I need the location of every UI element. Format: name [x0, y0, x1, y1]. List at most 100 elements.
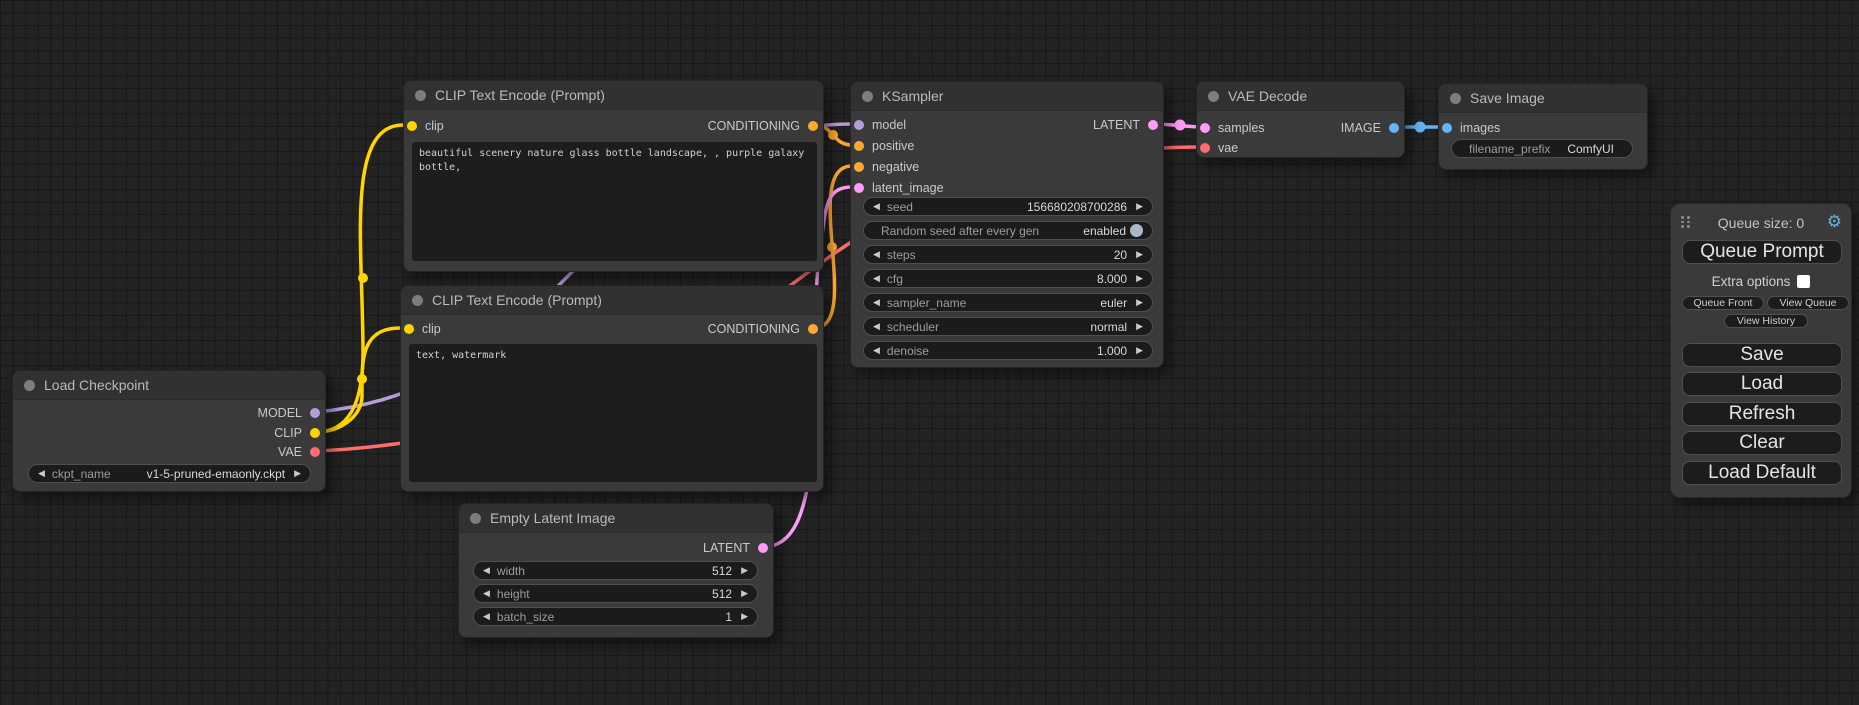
node-titlebar[interactable]: KSampler — [851, 82, 1163, 111]
node-ksampler[interactable]: KSampler model positive negative latent_… — [850, 81, 1164, 368]
node-vae-decode[interactable]: VAE Decode samples vae IMAGE — [1196, 81, 1405, 158]
increment-arrow-icon[interactable]: ▶ — [741, 612, 748, 621]
increment-arrow-icon[interactable]: ▶ — [294, 469, 301, 478]
conditioning-port-icon[interactable] — [808, 324, 818, 334]
vae-port-icon[interactable] — [310, 447, 320, 457]
view-queue-button[interactable]: View Queue — [1767, 296, 1849, 310]
width-widget[interactable]: ◀ width 512 ▶ — [473, 561, 758, 580]
increment-arrow-icon[interactable]: ▶ — [741, 566, 748, 575]
steps-widget[interactable]: ◀ steps 20 ▶ — [863, 245, 1153, 264]
input-slot-latent-image[interactable]: latent_image — [854, 180, 944, 196]
output-slot-vae[interactable]: VAE — [278, 444, 320, 460]
node-clip-text-encode-negative[interactable]: CLIP Text Encode (Prompt) clip CONDITION… — [400, 285, 824, 492]
node-titlebar[interactable]: VAE Decode — [1197, 82, 1404, 111]
node-save-image[interactable]: Save Image images filename_prefix ComfyU… — [1438, 83, 1648, 170]
toggle-on-icon[interactable] — [1130, 224, 1143, 237]
decrement-arrow-icon[interactable]: ◀ — [483, 612, 490, 621]
decrement-arrow-icon[interactable]: ◀ — [873, 250, 880, 259]
random-seed-toggle-widget[interactable]: Random seed after every gen enabled — [863, 221, 1153, 240]
extra-options-checkbox[interactable] — [1797, 275, 1810, 288]
decrement-arrow-icon[interactable]: ◀ — [873, 274, 880, 283]
output-slot-latent[interactable]: LATENT — [1093, 117, 1158, 133]
collapse-dot-icon[interactable] — [415, 90, 426, 101]
increment-arrow-icon[interactable]: ▶ — [1136, 346, 1143, 355]
output-slot-conditioning[interactable]: CONDITIONING — [708, 118, 818, 134]
collapse-dot-icon[interactable] — [412, 295, 423, 306]
latent-port-icon[interactable] — [1148, 120, 1158, 130]
model-port-icon[interactable] — [310, 408, 320, 418]
conditioning-port-icon[interactable] — [808, 121, 818, 131]
image-port-icon[interactable] — [1389, 123, 1399, 133]
collapse-dot-icon[interactable] — [1208, 91, 1219, 102]
input-slot-clip[interactable]: clip — [404, 321, 441, 337]
increment-arrow-icon[interactable]: ▶ — [741, 589, 748, 598]
latent-port-icon[interactable] — [1200, 123, 1210, 133]
drag-handle-icon[interactable] — [1681, 216, 1691, 228]
gear-icon[interactable]: ⚙ — [1827, 212, 1842, 232]
input-slot-vae[interactable]: vae — [1200, 140, 1238, 156]
queue-menu-panel[interactable]: Queue size: 0 ⚙ Queue Prompt Extra optio… — [1670, 203, 1852, 498]
filename-prefix-widget[interactable]: filename_prefix ComfyUI — [1451, 139, 1633, 158]
node-clip-text-encode-positive[interactable]: CLIP Text Encode (Prompt) clip CONDITION… — [403, 80, 824, 272]
save-button[interactable]: Save — [1682, 343, 1842, 367]
image-port-icon[interactable] — [1442, 123, 1452, 133]
denoise-widget[interactable]: ◀ denoise 1.000 ▶ — [863, 341, 1153, 360]
node-titlebar[interactable]: Empty Latent Image — [459, 504, 773, 533]
decrement-arrow-icon[interactable]: ◀ — [873, 322, 880, 331]
view-history-button[interactable]: View History — [1724, 314, 1808, 328]
ckpt-name-widget[interactable]: ◀ ckpt_name v1-5-pruned-emaonly.ckpt ▶ — [28, 464, 311, 483]
collapse-dot-icon[interactable] — [862, 91, 873, 102]
decrement-arrow-icon[interactable]: ◀ — [873, 202, 880, 211]
increment-arrow-icon[interactable]: ▶ — [1136, 250, 1143, 259]
refresh-button[interactable]: Refresh — [1682, 402, 1842, 426]
model-port-icon[interactable] — [854, 120, 864, 130]
decrement-arrow-icon[interactable]: ◀ — [873, 346, 880, 355]
node-titlebar[interactable]: Save Image — [1439, 84, 1647, 113]
output-slot-clip[interactable]: CLIP — [274, 425, 320, 441]
decrement-arrow-icon[interactable]: ◀ — [38, 469, 45, 478]
load-button[interactable]: Load — [1682, 372, 1842, 396]
node-empty-latent-image[interactable]: Empty Latent Image LATENT ◀ width 512 ▶ … — [458, 503, 774, 638]
decrement-arrow-icon[interactable]: ◀ — [483, 589, 490, 598]
scheduler-widget[interactable]: ◀ scheduler normal ▶ — [863, 317, 1153, 336]
conditioning-port-icon[interactable] — [854, 162, 864, 172]
decrement-arrow-icon[interactable]: ◀ — [483, 566, 490, 575]
input-slot-samples[interactable]: samples — [1200, 120, 1265, 136]
clip-port-icon[interactable] — [407, 121, 417, 131]
collapse-dot-icon[interactable] — [1450, 93, 1461, 104]
clip-port-icon[interactable] — [310, 428, 320, 438]
input-slot-clip[interactable]: clip — [407, 118, 444, 134]
clip-port-icon[interactable] — [404, 324, 414, 334]
input-slot-negative[interactable]: negative — [854, 159, 919, 175]
increment-arrow-icon[interactable]: ▶ — [1136, 322, 1143, 331]
node-titlebar[interactable]: CLIP Text Encode (Prompt) — [404, 81, 823, 110]
output-slot-latent[interactable]: LATENT — [703, 540, 768, 556]
node-load-checkpoint[interactable]: Load Checkpoint MODEL CLIP VAE ◀ ckpt_na… — [12, 370, 326, 492]
queue-front-button[interactable]: Queue Front — [1682, 296, 1764, 310]
prompt-textarea[interactable]: text, watermark — [409, 344, 817, 482]
latent-port-icon[interactable] — [854, 183, 864, 193]
queue-prompt-button[interactable]: Queue Prompt — [1682, 240, 1842, 264]
input-slot-positive[interactable]: positive — [854, 138, 914, 154]
sampler-name-widget[interactable]: ◀ sampler_name euler ▶ — [863, 293, 1153, 312]
collapse-dot-icon[interactable] — [24, 380, 35, 391]
latent-port-icon[interactable] — [758, 543, 768, 553]
conditioning-port-icon[interactable] — [854, 141, 864, 151]
output-slot-conditioning[interactable]: CONDITIONING — [708, 321, 818, 337]
increment-arrow-icon[interactable]: ▶ — [1136, 202, 1143, 211]
prompt-textarea[interactable]: beautiful scenery nature glass bottle la… — [412, 142, 817, 261]
output-slot-model[interactable]: MODEL — [258, 405, 320, 421]
increment-arrow-icon[interactable]: ▶ — [1136, 298, 1143, 307]
height-widget[interactable]: ◀ height 512 ▶ — [473, 584, 758, 603]
increment-arrow-icon[interactable]: ▶ — [1136, 274, 1143, 283]
decrement-arrow-icon[interactable]: ◀ — [873, 298, 880, 307]
collapse-dot-icon[interactable] — [470, 513, 481, 524]
input-slot-images[interactable]: images — [1442, 120, 1500, 136]
output-slot-image[interactable]: IMAGE — [1341, 120, 1399, 136]
node-titlebar[interactable]: Load Checkpoint — [13, 371, 325, 400]
load-default-button[interactable]: Load Default — [1682, 461, 1842, 485]
node-titlebar[interactable]: CLIP Text Encode (Prompt) — [401, 286, 823, 315]
vae-port-icon[interactable] — [1200, 143, 1210, 153]
seed-widget[interactable]: ◀ seed 156680208700286 ▶ — [863, 197, 1153, 216]
input-slot-model[interactable]: model — [854, 117, 906, 133]
